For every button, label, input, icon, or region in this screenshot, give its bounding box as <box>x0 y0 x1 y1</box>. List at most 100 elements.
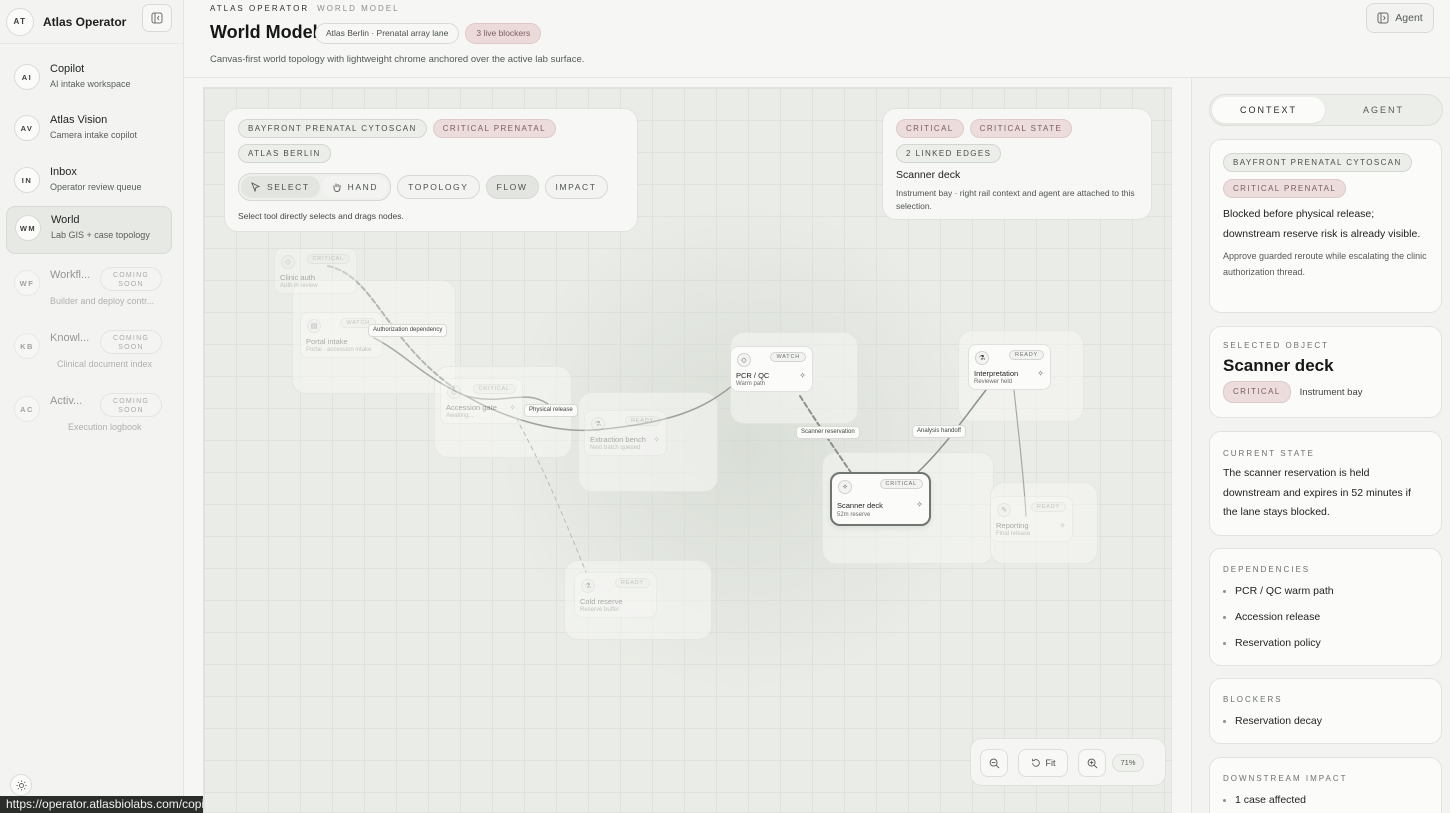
shield-icon: ◇ <box>737 353 751 367</box>
node-status: WATCH <box>770 352 806 362</box>
tab-context[interactable]: CONTEXT <box>1212 97 1325 123</box>
edge-label-authorization[interactable]: Authorization dependency <box>368 324 448 337</box>
selected-object-severity: CRITICAL <box>1223 381 1291 403</box>
world-canvas[interactable]: ◇ CRITICAL Clinic auth Auth in review ▤ … <box>203 87 1172 813</box>
collapse-sidebar-button[interactable] <box>142 4 172 32</box>
zoom-in-button[interactable] <box>1078 749 1106 777</box>
nav-item-inbox[interactable]: IN Inbox Operator review queue <box>6 159 172 207</box>
zoom-out-button[interactable] <box>980 749 1008 777</box>
spark-icon: ✧ <box>799 371 806 380</box>
node-subtitle: Next batch queued <box>590 445 641 451</box>
edge-label-scanner-reservation[interactable]: Scanner reservation <box>796 426 860 439</box>
node-status: READY <box>615 578 650 588</box>
dependency-item[interactable]: PCR / QC warm path <box>1223 578 1428 604</box>
agent-button[interactable]: Agent <box>1366 3 1434 33</box>
nav-title: World <box>51 214 80 226</box>
nav-avatar: KB <box>14 333 40 359</box>
node-accession-gate[interactable]: ◇ CRITICAL Accession gate Awaiting... ✧ <box>440 378 523 424</box>
nav-title: Knowl... <box>50 332 90 344</box>
selected-object-card: SELECTED OBJECT Scanner deck CRITICAL In… <box>1209 326 1442 418</box>
nav-item-copilot[interactable]: AI Copilot AI intake workspace <box>6 56 172 104</box>
spark-icon: ✧ <box>1059 521 1066 530</box>
edge-label-physical-release[interactable]: Physical release <box>524 404 578 417</box>
flow-view-button[interactable]: FLOW <box>485 175 539 199</box>
nav-title: Workfl... <box>50 269 91 281</box>
rail-tabs: CONTEXT AGENT <box>1209 94 1443 126</box>
nav-item-activity: AC Activ... Execution logbook COMING SOON <box>6 388 172 436</box>
gate-icon: ◇ <box>447 385 461 399</box>
downstream-impact-card: DOWNSTREAM IMPACT 1 case affected <box>1209 757 1442 813</box>
zoom-out-icon <box>989 758 999 768</box>
shield-icon: ◇ <box>281 255 295 269</box>
app-name: Atlas Operator <box>43 14 127 29</box>
dependency-item[interactable]: Accession release <box>1223 604 1428 630</box>
nav-subtitle: Execution logbook <box>68 422 142 432</box>
sidebar-collapse-icon <box>151 12 163 24</box>
node-scanner-deck[interactable]: ✧ CRITICAL Scanner deck 52m reserve ✧ <box>830 472 931 526</box>
section-label: SELECTED OBJECT <box>1223 341 1330 350</box>
node-subtitle: Reviewer held <box>974 379 1013 385</box>
node-status: CRITICAL <box>306 254 350 264</box>
select-tool-label: SELECT <box>267 182 310 192</box>
nav-subtitle: Clinical document index <box>57 359 153 369</box>
fit-button[interactable]: Fit <box>1018 749 1068 777</box>
nav-item-knowledge: KB Knowl... Clinical document index COMIN… <box>6 325 172 373</box>
sun-icon <box>15 779 27 791</box>
node-extraction-bench[interactable]: ⚗ READY Extraction bench Next batch queu… <box>584 410 667 456</box>
node-title: Extraction bench <box>590 435 646 444</box>
theme-toggle-button[interactable] <box>10 774 32 796</box>
app-avatar: AT <box>6 7 34 36</box>
impact-view-button[interactable]: IMPACT <box>544 175 608 199</box>
node-title: PCR / QC <box>736 371 770 380</box>
hand-icon <box>333 183 341 192</box>
node-clinic-auth[interactable]: ◇ CRITICAL Clinic auth Auth in review <box>274 248 357 294</box>
panel-icon <box>1377 12 1389 24</box>
spark-icon: ✧ <box>653 435 660 444</box>
nav-avatar: AI <box>14 64 40 90</box>
section-label: DOWNSTREAM IMPACT <box>1223 774 1348 783</box>
blockers-card: BLOCKERS Reservation decay <box>1209 678 1442 744</box>
node-status: READY <box>625 416 660 426</box>
node-title: Scanner deck <box>837 501 883 510</box>
hand-tool-button[interactable]: HAND <box>321 176 389 198</box>
node-cold-reserve[interactable]: ⚗ READY Cold reserve Reserve buffer <box>574 572 657 618</box>
node-title: Clinic auth <box>280 273 316 282</box>
selection-state-tag: CRITICAL STATE <box>969 119 1073 138</box>
dependencies-card: DEPENDENCIES PCR / QC warm path Accessio… <box>1209 548 1442 666</box>
node-title: Reporting <box>996 521 1029 530</box>
inbox-icon: ▤ <box>307 319 321 333</box>
nav-item-world[interactable]: WM World Lab GIS + case topology <box>6 206 172 254</box>
impact-item[interactable]: 1 case affected <box>1223 787 1428 813</box>
nav-item-atlas-vision[interactable]: AV Atlas Vision Camera intake copilot <box>6 107 172 155</box>
node-status: CRITICAL <box>472 384 516 394</box>
breadcrumb-current: WORLD MODEL <box>317 4 400 13</box>
case-tag: BAYFRONT PRENATAL CYTOSCAN <box>1223 153 1412 172</box>
reset-icon <box>1031 758 1040 767</box>
topology-view-button[interactable]: TOPOLOGY <box>397 175 480 199</box>
selection-description: Instrument bay · right rail context and … <box>896 188 1135 211</box>
case-recommendation: Approve guarded reroute while escalating… <box>1223 251 1427 277</box>
breadcrumb-root: ATLAS OPERATOR <box>210 4 310 13</box>
dependency-item[interactable]: Reservation policy <box>1223 630 1428 656</box>
nav-avatar: WM <box>15 215 41 241</box>
nav-item-workflows: WF Workfl... Builder and deploy contr... … <box>6 262 172 310</box>
zoom-in-icon <box>1087 758 1097 768</box>
tab-agent[interactable]: AGENT <box>1327 97 1440 123</box>
linked-edges-tag: 2 LINKED EDGES <box>896 144 1002 163</box>
selection-severity-tag: CRITICAL <box>896 119 964 138</box>
sidebar: AT Atlas Operator AI Copilot AI intake wo… <box>0 0 184 813</box>
case-summary-card: BAYFRONT PRENATAL CYTOSCAN CRITICAL PREN… <box>1209 139 1442 313</box>
node-reporting[interactable]: ✎ READY Reporting Final release ✧ <box>990 496 1073 542</box>
hand-tool-label: HAND <box>347 182 379 192</box>
node-pcr-qc[interactable]: ◇ WATCH PCR / QC Warm path ✧ <box>730 346 813 392</box>
case-summary: Blocked before physical release; downstr… <box>1223 208 1421 240</box>
coming-soon-badge: COMING SOON <box>100 267 162 291</box>
node-status: READY <box>1009 350 1044 360</box>
nav-title: Copilot <box>50 63 85 75</box>
edge-label-analysis-handoff[interactable]: Analysis handoff <box>912 425 966 438</box>
nav-title: Inbox <box>50 166 77 178</box>
select-tool-button[interactable]: SELECT <box>241 176 320 198</box>
blocker-item[interactable]: Reservation decay <box>1223 708 1428 734</box>
case-tool-panel: BAYFRONT PRENATAL CYTOSCAN CRITICAL PREN… <box>224 108 638 232</box>
node-interpretation[interactable]: ⚗ READY Interpretation Reviewer held ✧ <box>968 344 1051 390</box>
